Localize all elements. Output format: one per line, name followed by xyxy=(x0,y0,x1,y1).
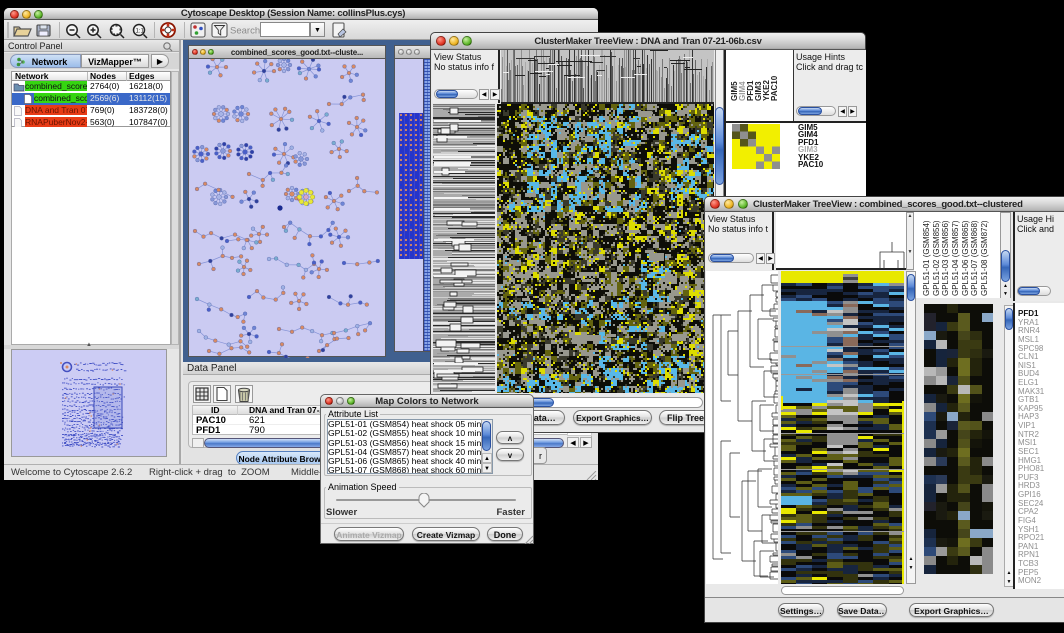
svg-text:1:1: 1:1 xyxy=(136,29,145,35)
svg-text:Search:: Search: xyxy=(230,26,263,37)
